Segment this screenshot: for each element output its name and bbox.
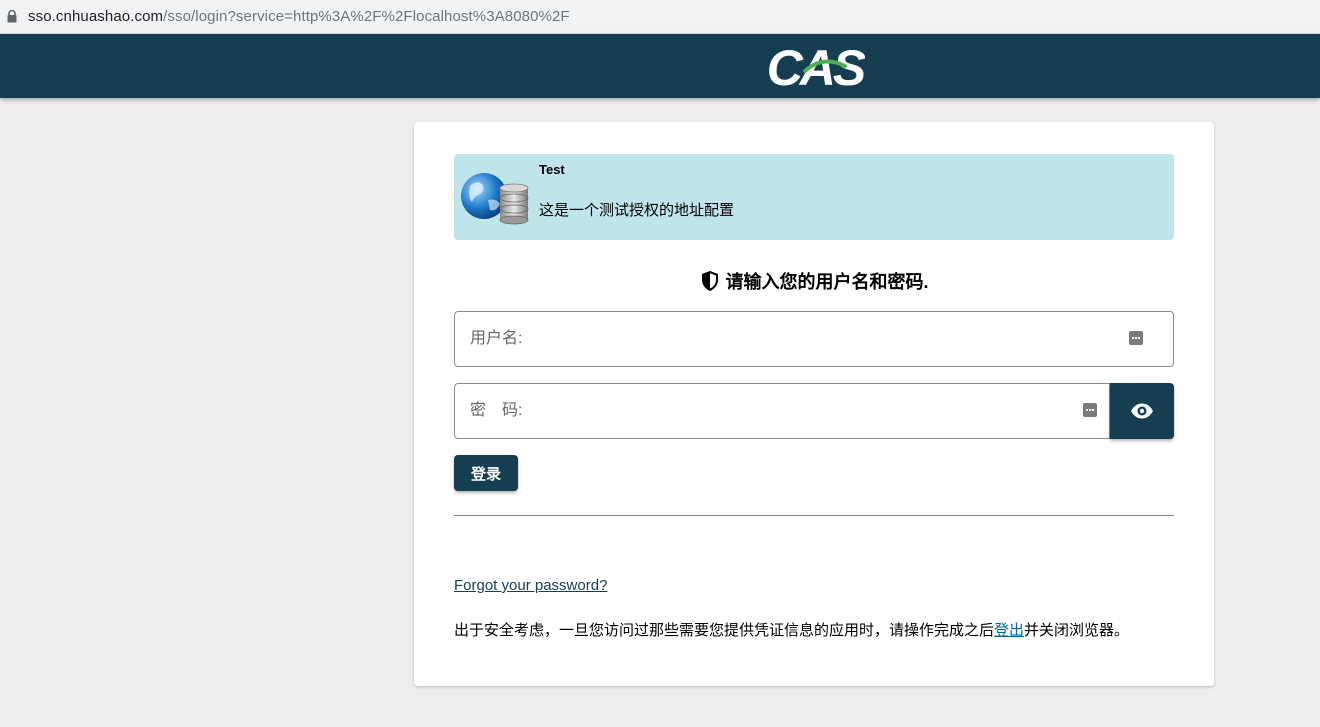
security-notice: 出于安全考虑，一旦您访问过那些需要您提供凭证信息的应用时，请操作完成之后登出并关… xyxy=(454,619,1129,640)
login-heading: 请输入您的用户名和密码. xyxy=(414,268,1214,294)
forgot-password-link[interactable]: Forgot your password? xyxy=(454,577,607,594)
password-manager-icon[interactable] xyxy=(1129,331,1143,345)
cas-header: CAS xyxy=(0,34,1320,98)
url-path: /sso/login?service=http%3A%2F%2Flocalhos… xyxy=(163,8,570,25)
browser-address-bar[interactable]: sso.cnhuashao.com/sso/login?service=http… xyxy=(0,0,1320,34)
service-title: Test xyxy=(539,162,565,177)
login-card: Test 这是一个测试授权的地址配置 请输入您的用户名和密码. 登录 Forgo… xyxy=(414,122,1214,686)
eye-icon xyxy=(1131,403,1153,419)
url-host: sso.cnhuashao.com xyxy=(28,8,164,25)
shield-icon xyxy=(701,271,718,291)
notice-text-after: 并关闭浏览器。 xyxy=(1024,622,1130,639)
cas-logo: CAS xyxy=(767,40,865,92)
lock-icon xyxy=(6,9,18,25)
password-manager-icon[interactable] xyxy=(1083,403,1097,417)
divider xyxy=(454,515,1174,516)
service-description: 这是一个测试授权的地址配置 xyxy=(539,202,735,219)
globe-database-icon xyxy=(461,173,529,225)
logout-link[interactable]: 登出 xyxy=(994,622,1024,639)
login-heading-text: 请输入您的用户名和密码. xyxy=(725,272,929,292)
password-field[interactable] xyxy=(454,383,1110,439)
password-input[interactable] xyxy=(470,384,1030,438)
username-field[interactable] xyxy=(454,311,1174,367)
login-button[interactable]: 登录 xyxy=(454,455,518,491)
show-password-button[interactable] xyxy=(1110,383,1174,439)
service-banner: Test 这是一个测试授权的地址配置 xyxy=(454,154,1174,240)
url-text[interactable]: sso.cnhuashao.com/sso/login?service=http… xyxy=(28,8,570,25)
username-input[interactable] xyxy=(470,312,1030,366)
notice-text-before: 出于安全考虑，一旦您访问过那些需要您提供凭证信息的应用时，请操作完成之后 xyxy=(454,622,995,639)
